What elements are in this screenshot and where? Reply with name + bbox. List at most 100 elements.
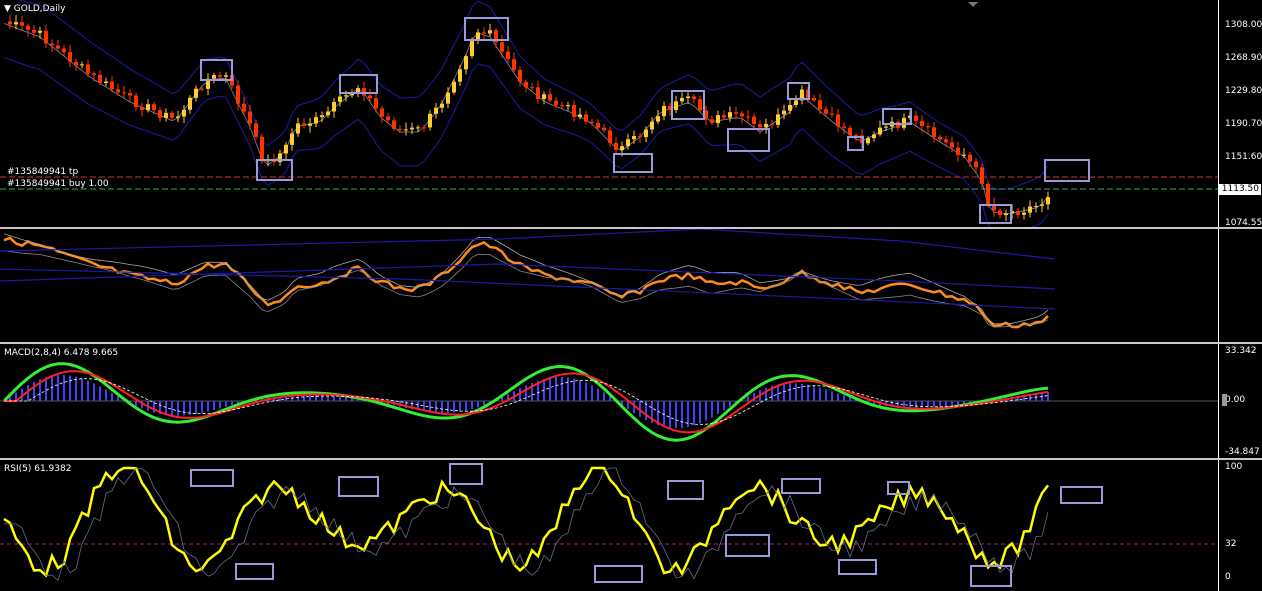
candle-body xyxy=(332,101,336,112)
candle-body xyxy=(998,210,1002,216)
candle-body xyxy=(404,129,408,131)
candle-body xyxy=(620,146,624,150)
ma-axis xyxy=(1218,229,1262,342)
ma-indicator-chart xyxy=(0,229,1056,329)
candle-body xyxy=(878,127,882,135)
candle-body xyxy=(386,116,390,121)
candle-body xyxy=(68,52,72,62)
symbol-label: ▼ GOLD,Daily xyxy=(4,4,66,14)
candle-body xyxy=(152,104,156,111)
candle-body xyxy=(428,113,432,128)
candle-body xyxy=(680,98,684,102)
price-tick: 1229.80 xyxy=(1225,86,1262,96)
candle-body xyxy=(872,134,876,139)
candle-body xyxy=(980,167,984,184)
candle-body xyxy=(752,116,756,125)
candle-body xyxy=(92,73,96,75)
candle-body xyxy=(482,32,486,34)
swing-marker-box xyxy=(787,82,810,100)
rsi-marker-box xyxy=(1060,486,1103,504)
candle-body xyxy=(470,39,474,57)
candle-body xyxy=(926,126,930,128)
swing-marker-box xyxy=(1044,159,1090,182)
candle-body xyxy=(710,119,714,124)
candle-body xyxy=(440,103,444,108)
macd-pane[interactable]: MACD(2,8,4) 6.478 9.665 xyxy=(0,344,1218,458)
shift-marker-icon xyxy=(968,2,978,7)
candle-body xyxy=(632,136,636,140)
rsi-marker-box xyxy=(594,565,643,583)
rsi-marker-box xyxy=(235,563,274,580)
candle-body xyxy=(1028,206,1032,213)
ma-slow-line xyxy=(0,229,1056,260)
candle-body xyxy=(302,123,306,126)
price-tick: 1151.60 xyxy=(1225,152,1262,162)
candle-body xyxy=(8,21,12,25)
candle-body xyxy=(86,64,90,74)
candle-body xyxy=(932,127,936,138)
candle-body xyxy=(62,48,66,53)
candle-body xyxy=(518,69,522,82)
rsi-marker-box xyxy=(838,559,877,575)
rsi-pane[interactable]: RSI(5) 61.9382 xyxy=(0,460,1218,591)
current-price-tag: 1113.50 xyxy=(1219,184,1261,195)
candle-body xyxy=(524,81,528,88)
candle-body xyxy=(848,127,852,136)
rsi-marker-box xyxy=(449,463,483,485)
candle-body xyxy=(818,100,822,110)
candle-body xyxy=(656,116,660,122)
rsi-tick: 100 xyxy=(1225,462,1243,472)
candle-body xyxy=(812,97,816,101)
swing-marker-box xyxy=(882,108,912,125)
candle-body xyxy=(614,142,618,150)
candle-body xyxy=(380,108,384,117)
rsi-marker-box xyxy=(667,480,704,500)
candle-body xyxy=(476,32,480,40)
dropdown-arrow-icon[interactable]: ▼ xyxy=(4,4,14,14)
scroll-marker-icon[interactable] xyxy=(1222,394,1227,406)
candle-body xyxy=(182,109,186,117)
candle-body xyxy=(194,88,198,98)
candle-body xyxy=(560,105,564,107)
candle-body xyxy=(716,115,720,124)
candle-body xyxy=(698,99,702,111)
candle-body xyxy=(422,127,426,129)
price-tick: 1308.00 xyxy=(1225,20,1262,30)
candle-body xyxy=(566,105,570,107)
swing-marker-box xyxy=(727,128,770,152)
candle-body xyxy=(452,81,456,93)
candle-body xyxy=(1046,197,1050,205)
rsi-tick: 32 xyxy=(1225,539,1237,549)
candle-body xyxy=(590,121,594,123)
candle-body xyxy=(104,81,108,83)
candle-body xyxy=(554,100,558,106)
candle-body xyxy=(854,135,858,137)
candle-body xyxy=(842,126,846,128)
candle-body xyxy=(218,75,222,77)
swing-marker-box xyxy=(613,153,653,173)
candle-body xyxy=(32,29,36,33)
candle-body xyxy=(158,110,162,118)
candle-body xyxy=(242,103,246,112)
candle-body xyxy=(830,113,834,115)
rsi-label: RSI(5) 61.9382 xyxy=(4,464,72,474)
candle-body xyxy=(80,64,84,66)
candle-body xyxy=(248,111,252,124)
ma-indicator-pane[interactable] xyxy=(0,229,1218,342)
candle-body xyxy=(434,107,438,114)
candle-body xyxy=(74,61,78,66)
price-chart-pane[interactable]: ▼ GOLD,Daily #135849941 tp #135849941 bu… xyxy=(0,0,1218,227)
candle-body xyxy=(458,69,462,82)
candle-body xyxy=(512,59,516,70)
candle-body xyxy=(188,97,192,110)
candle-body xyxy=(446,92,450,104)
candle-body xyxy=(146,104,150,111)
ma-fast-line xyxy=(3,236,1049,329)
candle-body xyxy=(1040,204,1044,206)
candle-body xyxy=(464,56,468,70)
candle-body xyxy=(134,95,138,108)
candle-body xyxy=(392,120,396,129)
candle-body xyxy=(164,112,168,118)
candle-body xyxy=(968,154,972,162)
candle-body xyxy=(56,45,60,49)
